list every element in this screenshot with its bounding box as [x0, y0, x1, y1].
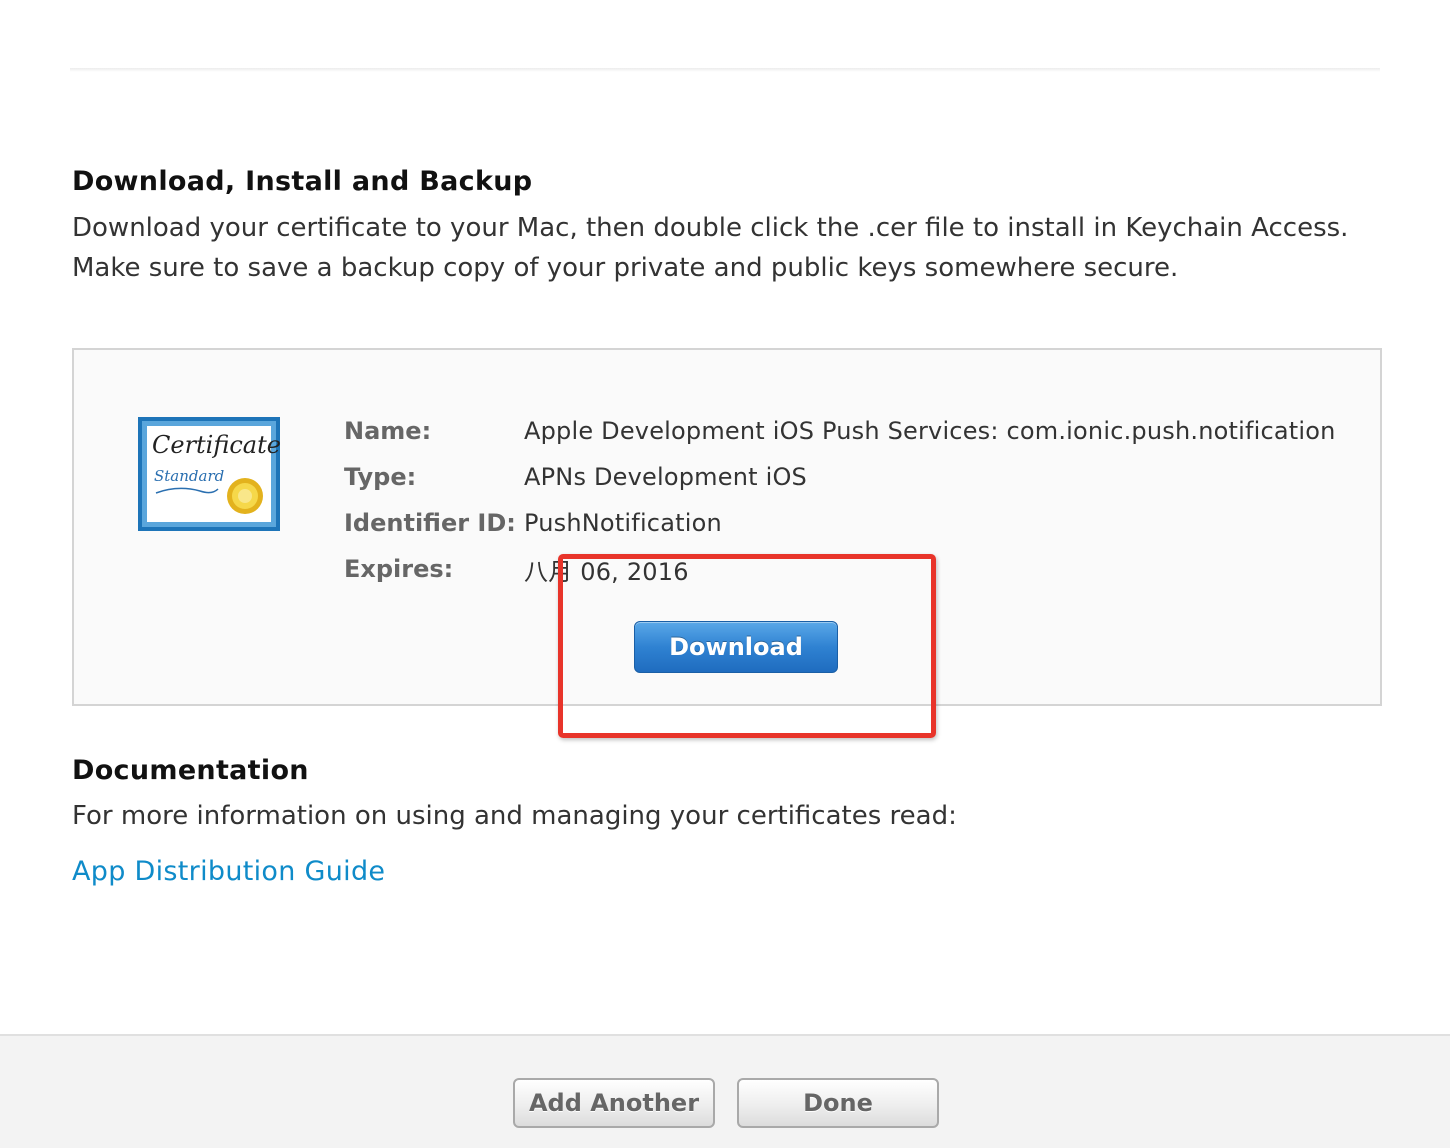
certificate-type-row: Type: APNs Development iOS: [344, 454, 1336, 500]
certificate-icon: Certificate Standard: [138, 417, 280, 531]
certificate-icon-title: Certificate: [152, 431, 280, 459]
certificate-icon-subtitle: Standard: [154, 467, 224, 485]
install-section-title: Download, Install and Backup: [72, 166, 533, 197]
documentation-section-title: Documentation: [72, 755, 309, 786]
certificate-identifier-row: Identifier ID: PushNotification: [344, 500, 1336, 546]
done-button[interactable]: Done: [737, 1078, 939, 1128]
certificate-panel: Certificate Standard Name: Apple Develop…: [72, 348, 1382, 706]
certificate-expires-value: 八月 06, 2016: [524, 557, 689, 586]
certificate-expires-label: Expires:: [344, 555, 454, 583]
certificate-name-label: Name:: [344, 417, 432, 445]
certificate-name-row: Name: Apple Development iOS Push Service…: [344, 408, 1336, 454]
add-another-button[interactable]: Add Another: [513, 1078, 715, 1128]
certificate-expires-row: Expires: 八月 06, 2016: [344, 546, 1336, 592]
certificate-type-label: Type:: [344, 463, 417, 491]
footer-bar: Add Another Done: [0, 1034, 1450, 1148]
certificate-download-page: Download, Install and Backup Download yo…: [0, 0, 1450, 1148]
install-section-description: Download your certificate to your Mac, t…: [72, 213, 1349, 283]
download-button[interactable]: Download: [634, 621, 838, 673]
documentation-section-description: For more information on using and managi…: [72, 801, 957, 831]
top-divider: [70, 68, 1380, 72]
certificate-details: Name: Apple Development iOS Push Service…: [344, 408, 1336, 592]
certificate-identifier-value: PushNotification: [524, 509, 722, 537]
certificate-type-value: APNs Development iOS: [524, 463, 807, 491]
app-distribution-guide-link[interactable]: App Distribution Guide: [72, 856, 385, 887]
certificate-identifier-label: Identifier ID:: [344, 509, 516, 537]
certificate-name-value: Apple Development iOS Push Services: com…: [524, 417, 1336, 445]
